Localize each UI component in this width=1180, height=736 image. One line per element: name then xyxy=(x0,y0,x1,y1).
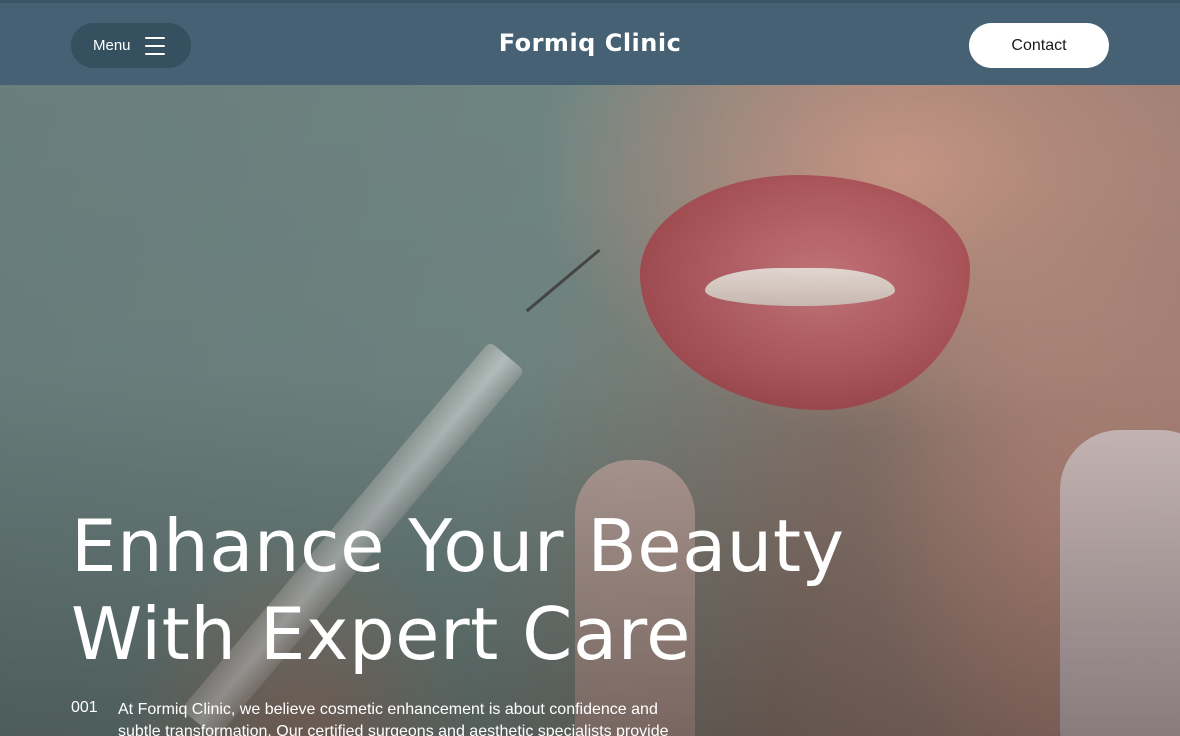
contact-button[interactable]: Contact xyxy=(969,23,1109,68)
top-navbar: Menu Formiq Clinic Contact xyxy=(0,0,1180,85)
hero-headline-line2: With Expert Care xyxy=(71,592,691,676)
hero-headline: Enhance Your Beauty With Expert Care xyxy=(71,502,971,678)
intro-paragraph: At Formiq Clinic, we believe cosmetic en… xyxy=(118,701,669,736)
intro-number: 001 xyxy=(71,699,98,716)
hero-headline-line1: Enhance Your Beauty xyxy=(71,504,845,588)
